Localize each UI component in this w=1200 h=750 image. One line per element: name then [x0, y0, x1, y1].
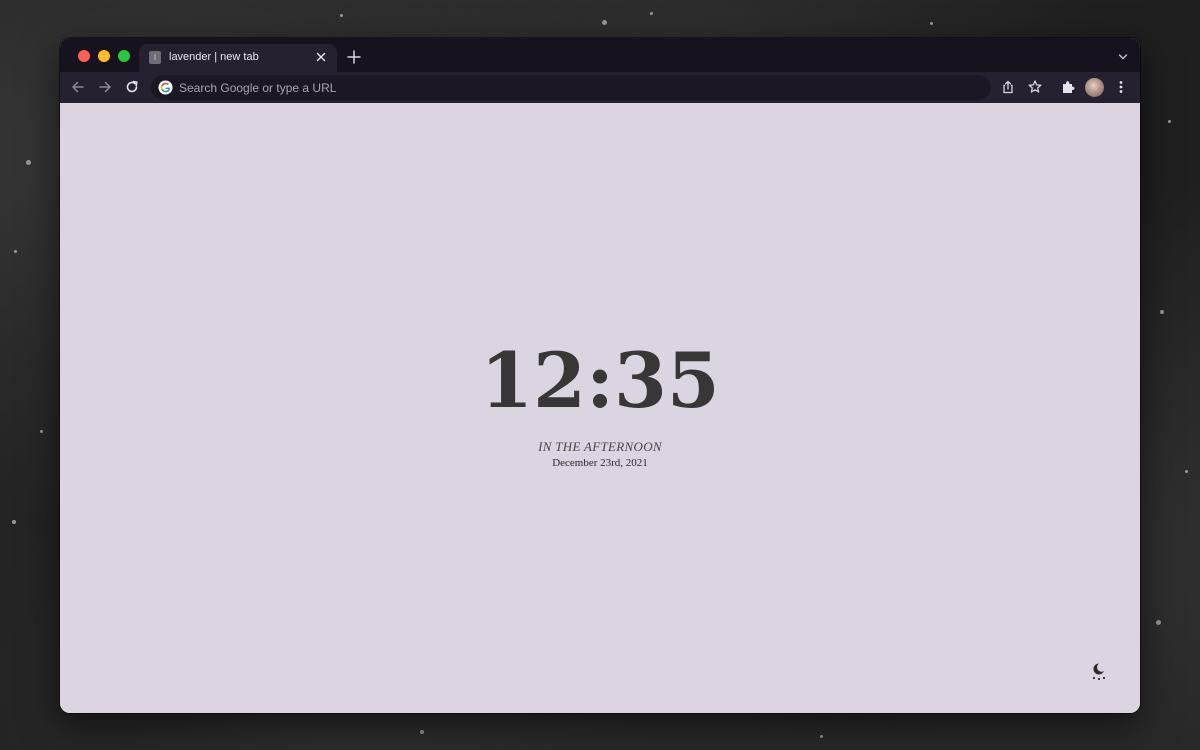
tab-strip: l lavender | new tab — [60, 38, 1140, 72]
zoom-window-button[interactable] — [118, 50, 130, 62]
more-menu-icon[interactable] — [1113, 79, 1129, 95]
back-arrow-icon[interactable] — [70, 79, 86, 95]
address-placeholder: Search Google or type a URL — [179, 81, 337, 95]
new-tab-page: 12:35 IN THE AFTERNOON December 23rd, 20… — [60, 103, 1140, 713]
extensions-icon[interactable] — [1060, 79, 1076, 95]
reload-icon[interactable] — [124, 79, 140, 95]
tab-title: lavender | new tab — [169, 51, 259, 63]
avatar[interactable] — [1085, 78, 1104, 97]
clock-time: 12:35 — [480, 336, 720, 425]
time-period-label: IN THE AFTERNOON — [538, 439, 662, 454]
close-window-button[interactable] — [78, 50, 90, 62]
forward-arrow-icon[interactable] — [97, 79, 113, 95]
tab-lavender[interactable]: l lavender | new tab — [139, 44, 337, 72]
new-tab-icon[interactable] — [347, 50, 361, 64]
date-label: December 23rd, 2021 — [552, 457, 648, 469]
toolbar: Search Google or type a URL — [60, 72, 1140, 103]
google-icon — [158, 80, 173, 95]
close-tab-icon[interactable] — [313, 49, 329, 65]
tab-search-chevron-icon[interactable] — [1118, 52, 1128, 62]
share-icon[interactable] — [1000, 79, 1016, 95]
address-bar[interactable]: Search Google or type a URL — [151, 75, 991, 100]
star-icon[interactable] — [1027, 79, 1043, 95]
browser-window: l lavender | new tab Search Google or ty… — [60, 38, 1140, 713]
minimize-window-button[interactable] — [98, 50, 110, 62]
tab-favicon: l — [149, 51, 161, 64]
moon-theme-icon[interactable] — [1090, 661, 1108, 681]
